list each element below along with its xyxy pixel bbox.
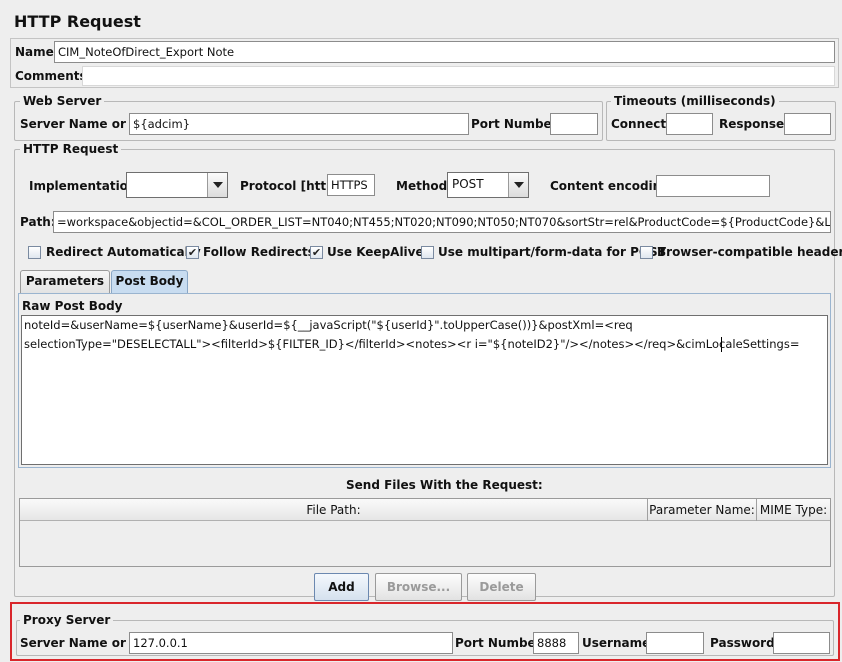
column-header-file-path[interactable]: File Path: bbox=[20, 503, 647, 517]
use-keepalive-label: Use KeepAlive bbox=[327, 245, 424, 259]
proxy-server-name-field[interactable]: 127.0.0.1 bbox=[129, 632, 453, 654]
method-select[interactable]: POST bbox=[447, 172, 529, 198]
browser-compatible-label: Browser-compatible headers bbox=[657, 245, 842, 259]
post-body-line-1: noteId=&userName=${userName}&userId=${__… bbox=[24, 318, 633, 332]
method-label: Method: bbox=[396, 179, 452, 193]
proxy-username-label: Username bbox=[582, 636, 651, 650]
method-value: POST bbox=[452, 177, 484, 191]
column-header-mime-type[interactable]: MIME Type: bbox=[757, 503, 830, 517]
post-body-line-2: selectionType="DESELECTALL"><filterId>${… bbox=[24, 337, 800, 351]
browser-compatible-checkbox[interactable] bbox=[640, 246, 653, 259]
redirect-automatically-checkbox[interactable] bbox=[28, 246, 41, 259]
delete-button[interactable]: Delete bbox=[467, 573, 536, 601]
follow-redirects-label: Follow Redirects bbox=[203, 245, 315, 259]
chevron-down-icon[interactable] bbox=[508, 173, 528, 197]
text-cursor bbox=[721, 337, 722, 352]
column-header-parameter-name[interactable]: Parameter Name: bbox=[648, 503, 756, 517]
port-number-field[interactable] bbox=[550, 113, 598, 135]
send-files-title: Send Files With the Request: bbox=[346, 478, 543, 492]
tab-parameters[interactable]: Parameters bbox=[20, 270, 110, 293]
connect-field[interactable] bbox=[666, 113, 713, 135]
path-field[interactable]: =workspace&objectid=&COL_ORDER_LIST=NT04… bbox=[53, 211, 831, 233]
use-multipart-checkbox[interactable] bbox=[421, 246, 434, 259]
proxy-port-field[interactable]: 8888 bbox=[533, 632, 579, 654]
proxy-server-legend: Proxy Server bbox=[20, 613, 114, 627]
redirect-automatically-label: Redirect Automatically bbox=[46, 245, 201, 259]
proxy-password-label: Password bbox=[710, 636, 775, 650]
tab-post-body[interactable]: Post Body bbox=[111, 270, 188, 293]
use-multipart-label: Use multipart/form-data for POST bbox=[438, 245, 666, 259]
use-keepalive-checkbox[interactable]: ✔ bbox=[310, 246, 323, 259]
connect-label: Connect: bbox=[611, 117, 671, 131]
name-label: Name: bbox=[15, 45, 59, 59]
port-number-label: Port Number: bbox=[471, 117, 563, 131]
name-field[interactable]: CIM_NoteOfDirect_Export Note bbox=[54, 41, 835, 63]
raw-post-body-label: Raw Post Body bbox=[22, 299, 123, 313]
content-encoding-field[interactable] bbox=[656, 175, 770, 197]
server-name-field[interactable]: ${adcim} bbox=[129, 113, 469, 135]
protocol-field[interactable]: HTTPS bbox=[327, 174, 375, 196]
browse-button[interactable]: Browse... bbox=[375, 573, 462, 601]
path-label: Path: bbox=[20, 215, 56, 229]
follow-redirects-checkbox[interactable]: ✔ bbox=[186, 246, 199, 259]
comments-field[interactable] bbox=[82, 66, 835, 86]
proxy-username-field[interactable] bbox=[646, 632, 704, 654]
response-label: Response: bbox=[719, 117, 789, 131]
comments-label: Comments: bbox=[15, 69, 92, 83]
add-button[interactable]: Add bbox=[314, 573, 369, 601]
http-request-legend: HTTP Request bbox=[20, 142, 122, 156]
chevron-down-icon[interactable] bbox=[207, 173, 227, 197]
implementation-select[interactable] bbox=[126, 172, 228, 198]
response-field[interactable] bbox=[784, 113, 831, 135]
proxy-password-field[interactable] bbox=[773, 632, 830, 654]
web-server-legend: Web Server bbox=[20, 94, 105, 108]
implementation-label: Implementation: bbox=[29, 179, 142, 193]
timeouts-legend: Timeouts (milliseconds) bbox=[611, 94, 779, 108]
page-title: HTTP Request bbox=[14, 12, 141, 31]
